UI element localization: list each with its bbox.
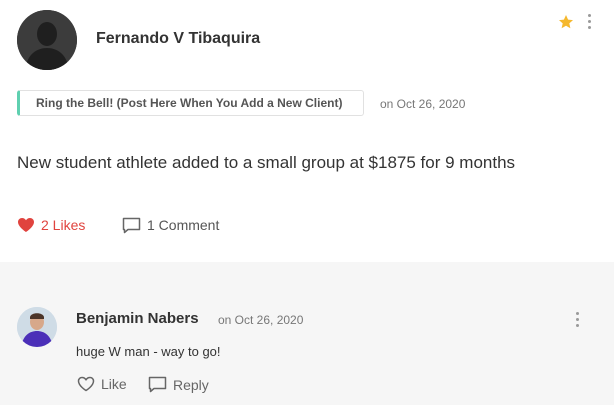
person-silhouette-icon [17, 10, 77, 70]
post-more-options-icon[interactable] [586, 14, 592, 32]
comment-reply-label: Reply [173, 376, 209, 393]
comment-like-label: Like [101, 376, 127, 392]
heart-outline-icon [77, 376, 95, 392]
post-card: Fernando V Tibaquira Ring the Bell! (Pos… [0, 0, 614, 262]
comment-like-button[interactable]: Like [77, 376, 127, 392]
comments-button[interactable]: 1 Comment [122, 216, 219, 234]
post-body: New student athlete added to a small gro… [17, 153, 516, 172]
reply-icon [148, 376, 167, 393]
comments-count-label: 1 Comment [147, 217, 220, 233]
heart-filled-icon [18, 218, 34, 232]
comment-more-options-icon[interactable] [574, 312, 580, 330]
likes-count-label: 2 Likes [41, 217, 86, 233]
commenter-avatar[interactable] [17, 307, 57, 347]
comment-text: huge W man - way to go! [76, 344, 221, 359]
comment-author-name[interactable]: Benjamin Nabers [76, 310, 199, 327]
comment-icon [122, 217, 141, 233]
commenter-photo [17, 307, 57, 347]
comment-date: on Oct 26, 2020 [218, 313, 304, 327]
likes-button[interactable]: 2 Likes [17, 216, 85, 234]
comment-reply-button[interactable]: Reply [148, 376, 209, 393]
category-tag[interactable]: Ring the Bell! (Post Here When You Add a… [17, 90, 364, 116]
star-icon[interactable] [558, 14, 574, 30]
comment-section: Benjamin Nabers on Oct 26, 2020 huge W m… [0, 262, 614, 405]
author-avatar[interactable] [17, 10, 77, 70]
post-author-name[interactable]: Fernando V Tibaquira [96, 30, 260, 48]
post-date: on Oct 26, 2020 [380, 97, 466, 111]
